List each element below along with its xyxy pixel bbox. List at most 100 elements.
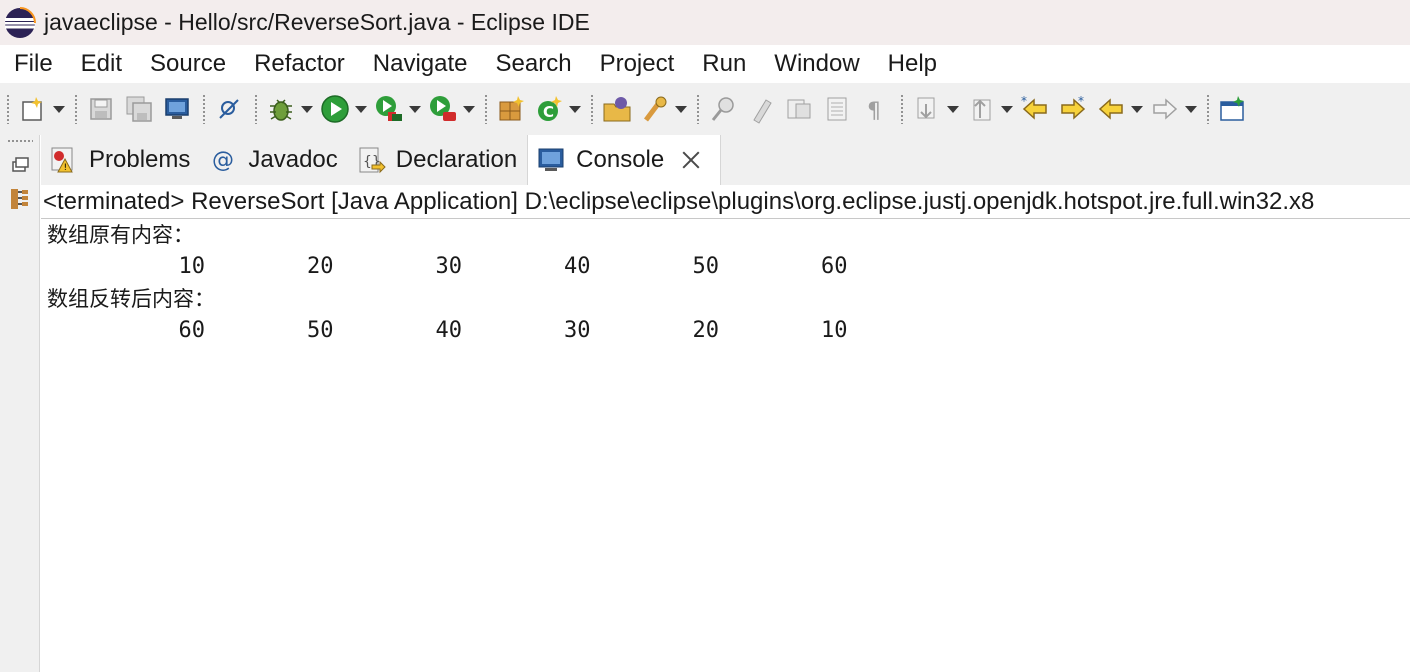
console-line: 10 20 30 40 50 60 (47, 251, 1410, 283)
toolbar-separator (74, 94, 78, 124)
next-annotation-icon[interactable] (911, 93, 943, 125)
block-selection-icon[interactable] (783, 93, 815, 125)
toolbar-separator (202, 94, 206, 124)
console-value: 50 (307, 318, 334, 343)
highlight-icon[interactable] (745, 93, 777, 125)
menu-search[interactable]: Search (482, 45, 586, 83)
console-value: 10 (178, 254, 206, 279)
menu-navigate[interactable]: Navigate (359, 45, 482, 83)
pilcrow-icon[interactable]: ¶ (859, 93, 891, 125)
last-edit-location-icon[interactable]: * (1019, 93, 1051, 125)
coverage-icon[interactable] (373, 93, 405, 125)
show-whitespace-icon[interactable] (821, 93, 853, 125)
forward-icon[interactable] (1149, 93, 1181, 125)
console-value: 40 (435, 318, 463, 343)
console-value: 50 (692, 254, 720, 279)
run-dropdown-icon[interactable] (354, 93, 368, 125)
console-value: 60 (821, 254, 848, 279)
back-icon[interactable] (1095, 93, 1127, 125)
menu-project[interactable]: Project (586, 45, 689, 83)
save-all-icon[interactable] (123, 93, 155, 125)
console-icon (536, 145, 566, 175)
toolbar-separator (696, 94, 700, 124)
save-icon[interactable] (85, 93, 117, 125)
toolbar-separator (900, 94, 904, 124)
restore-icon[interactable] (8, 153, 32, 177)
title-bar: javaeclipse - Hello/src/ReverseSort.java… (0, 0, 1410, 45)
menu-refactor[interactable]: Refactor (240, 45, 359, 83)
next-annotation-dropdown-icon[interactable] (946, 93, 960, 125)
tab-javadoc[interactable]: @ Javadoc (200, 135, 347, 185)
external-tools-dropdown-icon[interactable] (462, 93, 476, 125)
menu-bar: File Edit Source Refactor Navigate Searc… (0, 45, 1410, 83)
console-value: 20 (692, 318, 720, 343)
trim-grip[interactable] (7, 139, 33, 143)
console-value: 30 (435, 254, 463, 279)
next-edit-location-icon[interactable]: * (1057, 93, 1089, 125)
declaration-icon: {} (356, 145, 386, 175)
svg-text:¶: ¶ (867, 99, 881, 124)
tab-label: Problems (89, 146, 191, 173)
svg-text:C: C (543, 103, 554, 121)
tab-label: Declaration (395, 146, 518, 173)
toolbar-separator (254, 94, 258, 124)
new-class-dropdown-icon[interactable] (568, 93, 582, 125)
menu-help[interactable]: Help (874, 45, 951, 83)
open-perspective-icon[interactable] (1217, 93, 1249, 125)
debug-icon[interactable] (265, 93, 297, 125)
console-output[interactable]: 数组原有内容： 10 20 30 40 50 60 数组反转后内容： 60 50… (41, 219, 1410, 347)
terminal-icon[interactable] (161, 93, 193, 125)
console-value: 20 (307, 254, 334, 279)
menu-edit[interactable]: Edit (67, 45, 136, 83)
debug-dropdown-icon[interactable] (300, 93, 314, 125)
menu-run[interactable]: Run (688, 45, 760, 83)
svg-text:!: ! (64, 163, 68, 173)
main-toolbar: C ¶ * * (0, 83, 1410, 135)
javadoc-icon: @ (208, 145, 238, 175)
tab-label: Console (576, 146, 665, 173)
console-line: 60 50 40 30 20 10 (47, 315, 1410, 347)
tab-declaration[interactable]: {} Declaration (348, 135, 527, 185)
new-java-project-icon[interactable] (495, 93, 527, 125)
open-type-icon[interactable] (601, 93, 633, 125)
package-explorer-icon[interactable] (8, 187, 32, 211)
tab-console[interactable]: Console (527, 135, 722, 185)
left-trim-stack (0, 135, 40, 672)
previous-annotation-icon[interactable] (965, 93, 997, 125)
forward-dropdown-icon[interactable] (1184, 93, 1198, 125)
svg-text:*: * (1078, 94, 1084, 108)
close-icon[interactable] (680, 149, 702, 171)
console-value: 40 (564, 254, 591, 279)
tab-problems[interactable]: ! Problems (41, 135, 200, 185)
svg-text:*: * (1021, 94, 1027, 108)
window-title: javaeclipse - Hello/src/ReverseSort.java… (44, 9, 590, 35)
new-java-class-icon[interactable]: C (533, 93, 565, 125)
console-view[interactable]: <terminated> ReverseSort [Java Applicati… (41, 185, 1410, 672)
menu-window[interactable]: Window (760, 45, 873, 83)
console-line: 数组原有内容： (47, 223, 194, 247)
console-process-label: <terminated> ReverseSort [Java Applicati… (41, 185, 1410, 219)
search-dropdown-icon[interactable] (674, 93, 688, 125)
menu-file[interactable]: File (0, 45, 67, 83)
search-icon[interactable] (639, 93, 671, 125)
menu-source[interactable]: Source (136, 45, 240, 83)
console-value: 30 (564, 318, 591, 343)
skip-breakpoints-icon[interactable] (213, 93, 245, 125)
toolbar-separator (484, 94, 488, 124)
run-icon[interactable] (319, 93, 351, 125)
previous-annotation-dropdown-icon[interactable] (1000, 93, 1014, 125)
external-tools-icon[interactable] (427, 93, 459, 125)
problems-icon: ! (49, 145, 79, 175)
console-line: 数组反转后内容： (47, 287, 215, 311)
new-dropdown-icon[interactable] (52, 93, 66, 125)
view-tab-bar: ! Problems @ Javadoc {} Declaration Cons… (41, 135, 1410, 185)
console-value: 10 (821, 318, 848, 343)
tab-label: Javadoc (248, 146, 338, 173)
back-dropdown-icon[interactable] (1130, 93, 1144, 125)
coverage-dropdown-icon[interactable] (408, 93, 422, 125)
eclipse-logo-icon (5, 6, 36, 38)
console-value: 60 (178, 318, 206, 343)
toolbar-grip[interactable] (6, 94, 10, 124)
toggle-mark-occurrences-icon[interactable] (707, 93, 739, 125)
new-file-icon[interactable] (17, 93, 49, 125)
